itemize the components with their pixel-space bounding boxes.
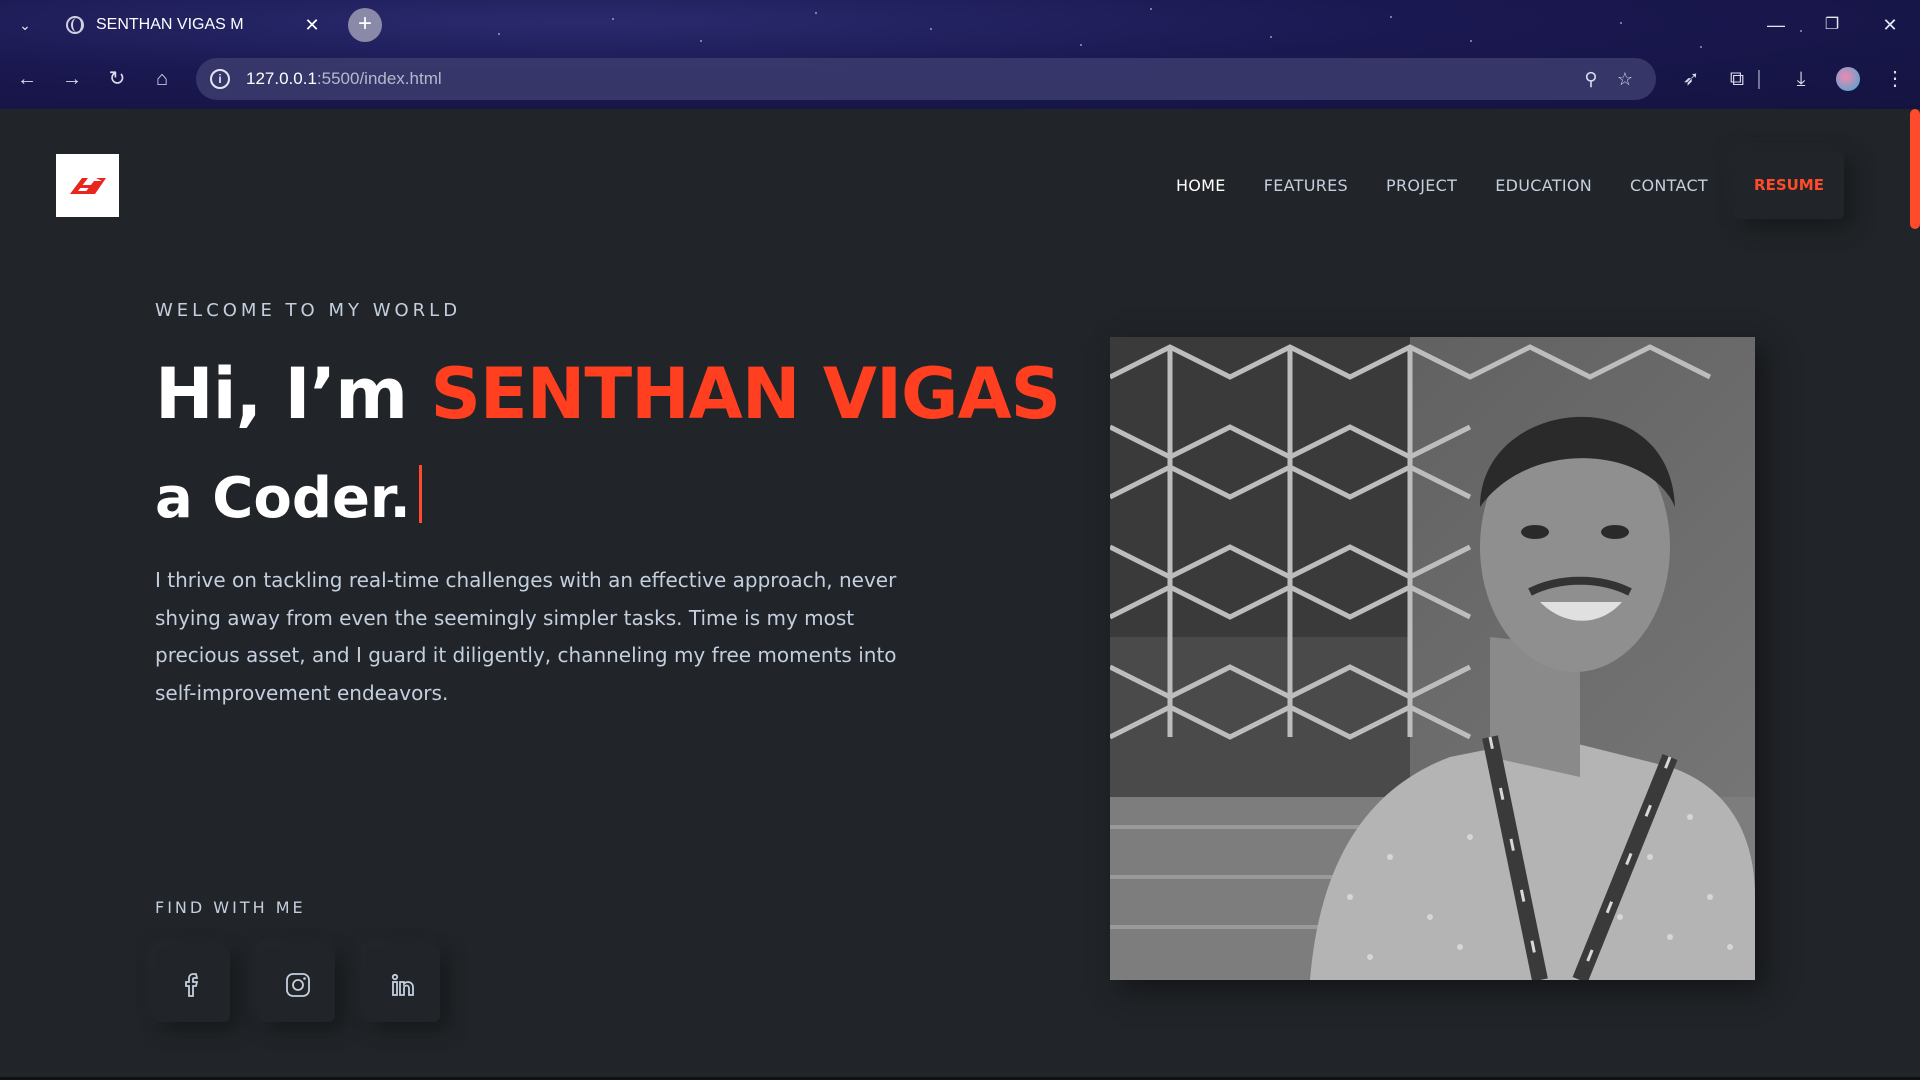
instagram-button[interactable] bbox=[260, 947, 335, 1022]
zoom-icon[interactable]: ⚲ bbox=[1574, 69, 1608, 90]
close-window-icon[interactable]: ✕ bbox=[1870, 10, 1910, 40]
typed-role-text: a Coder. bbox=[155, 466, 411, 531]
logo-mark-icon bbox=[69, 177, 106, 194]
close-tab-icon[interactable]: ✕ bbox=[302, 15, 322, 36]
browser-chrome: ⌄ SENTHAN VIGAS M ✕ + — ❐ ✕ ← → ↻ ⌂ i 12… bbox=[0, 0, 1920, 109]
hero-role: a Coder. bbox=[155, 465, 422, 531]
resume-button[interactable]: RESUME bbox=[1734, 151, 1844, 219]
typing-cursor bbox=[418, 465, 422, 523]
address-bar[interactable]: i 127.0.0.1:5500/index.html ⚲ ☆ bbox=[196, 58, 1656, 100]
nav-project[interactable]: PROJECT bbox=[1386, 176, 1457, 195]
site-info-icon[interactable]: i bbox=[210, 69, 230, 89]
scrollbar-thumb[interactable] bbox=[1910, 109, 1920, 229]
menu-kebab-icon[interactable]: ⋮ bbox=[1880, 64, 1910, 94]
hero-greeting: Hi, I’m bbox=[155, 353, 431, 435]
hero-heading: Hi, I’m SENTHAN VIGAS bbox=[155, 353, 1062, 435]
extension-bird-icon[interactable]: ➶ bbox=[1676, 64, 1706, 94]
main-nav: HOME FEATURES PROJECT EDUCATION CONTACT … bbox=[1138, 151, 1844, 219]
profile-photo-image bbox=[1110, 337, 1755, 980]
hero-name: SENTHAN VIGAS bbox=[430, 353, 1062, 435]
home-icon[interactable]: ⌂ bbox=[147, 64, 177, 94]
nav-home[interactable]: HOME bbox=[1176, 176, 1226, 195]
minimize-icon[interactable]: — bbox=[1756, 10, 1796, 40]
restore-icon[interactable]: ❐ bbox=[1812, 10, 1852, 40]
social-links bbox=[155, 947, 470, 1022]
nav-features[interactable]: FEATURES bbox=[1264, 176, 1348, 195]
globe-icon bbox=[66, 16, 84, 34]
browser-toolbar: ← → ↻ ⌂ i 127.0.0.1:5500/index.html ⚲ ☆ … bbox=[0, 50, 1920, 109]
find-with-me-heading: FIND WITH ME bbox=[155, 898, 306, 917]
hero-description: I thrive on tackling real-time challenge… bbox=[155, 568, 897, 705]
nav-contact[interactable]: CONTACT bbox=[1630, 176, 1708, 195]
back-icon[interactable]: ← bbox=[12, 64, 42, 94]
download-icon[interactable]: ⤓ bbox=[1786, 64, 1816, 94]
tab-strip: ⌄ SENTHAN VIGAS M ✕ + — ❐ ✕ bbox=[0, 0, 1920, 50]
page-content: HOME FEATURES PROJECT EDUCATION CONTACT … bbox=[0, 109, 1920, 1080]
profile-avatar[interactable] bbox=[1836, 67, 1860, 91]
reload-icon[interactable]: ↻ bbox=[102, 64, 132, 94]
forward-icon[interactable]: → bbox=[57, 64, 87, 94]
url-text[interactable]: 127.0.0.1:5500/index.html bbox=[246, 69, 1574, 89]
welcome-text: WELCOME TO MY WORLD bbox=[155, 300, 462, 321]
linkedin-button[interactable] bbox=[365, 947, 440, 1022]
nav-education[interactable]: EDUCATION bbox=[1495, 176, 1592, 195]
profile-photo bbox=[1110, 337, 1755, 980]
instagram-icon bbox=[285, 972, 310, 997]
facebook-icon bbox=[184, 972, 198, 997]
tab-title: SENTHAN VIGAS M bbox=[96, 16, 244, 33]
extensions-puzzle-icon[interactable]: ⧉ bbox=[1722, 64, 1752, 94]
tab-search-dropdown-icon[interactable]: ⌄ bbox=[14, 14, 36, 36]
linkedin-icon bbox=[391, 973, 414, 996]
facebook-button[interactable] bbox=[155, 947, 230, 1022]
toolbar-divider: | bbox=[1756, 68, 1762, 90]
bookmark-star-icon[interactable]: ☆ bbox=[1608, 69, 1642, 90]
new-tab-button[interactable]: + bbox=[348, 8, 382, 42]
active-tab[interactable]: SENTHAN VIGAS M ✕ bbox=[52, 6, 336, 44]
site-logo[interactable] bbox=[56, 154, 119, 217]
